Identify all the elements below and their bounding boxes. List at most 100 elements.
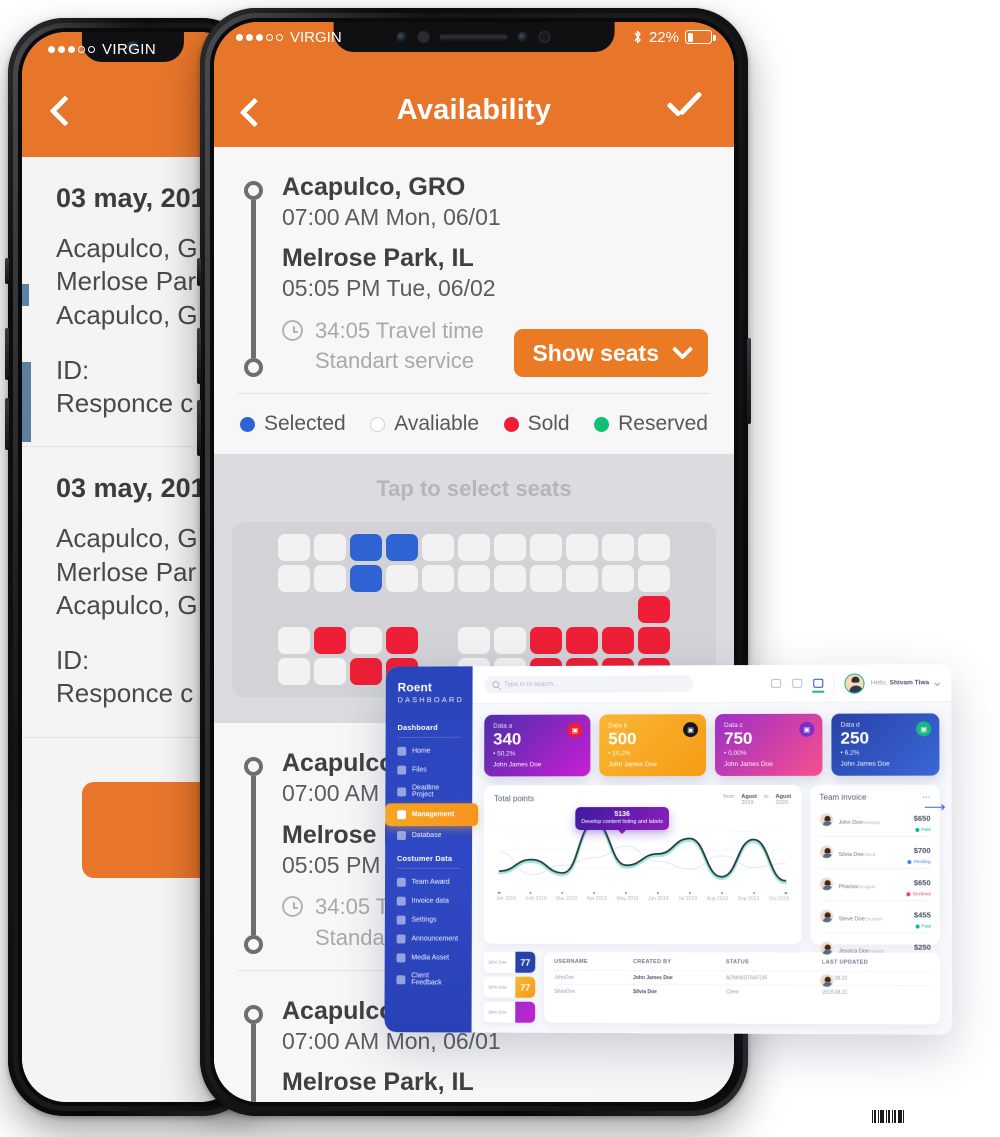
invoice-row[interactable]: John DoeManager $650 Paid xyxy=(819,804,931,837)
seat-available[interactable] xyxy=(278,534,310,562)
seat-available[interactable] xyxy=(422,565,454,593)
show-seats-button[interactable]: Show seats xyxy=(514,329,708,378)
stat-card-owner: John James Doe xyxy=(724,760,773,768)
stat-card-data-c[interactable]: Data c 750 • 0,00% John James Doe ▣ xyxy=(715,713,823,776)
seat-available[interactable] xyxy=(638,534,670,562)
invoice-row[interactable]: Silvia DoeClient $700 Pending xyxy=(819,836,931,869)
destination-time: 05:05 PM Tue, 06/02 xyxy=(282,1096,708,1102)
sidebar-item-management[interactable]: Management xyxy=(385,803,479,827)
volume-down-button[interactable] xyxy=(5,398,9,450)
seat-available[interactable] xyxy=(278,565,310,593)
seat-available[interactable] xyxy=(530,534,562,562)
table-column-header: LAST UPDATED xyxy=(822,959,869,966)
seat-available[interactable] xyxy=(530,565,562,593)
from-value[interactable]: Agust 2019 xyxy=(741,794,757,806)
score-tile[interactable]: John Doe 77 xyxy=(483,951,536,973)
seat-available[interactable] xyxy=(458,627,490,655)
seat-available[interactable] xyxy=(314,534,346,562)
to-value[interactable]: Agust 2020 xyxy=(776,794,792,806)
seat-selected[interactable] xyxy=(386,534,418,562)
stat-card-data-b[interactable]: Data b 500 • 10,2% John James Doe ▣ xyxy=(599,714,707,776)
sidebar-item-deadline-project[interactable]: Deadline Project xyxy=(385,779,472,803)
seat-grid[interactable] xyxy=(242,534,706,686)
invoice-icon xyxy=(396,896,406,906)
stat-card-data-a[interactable]: Data a 340 • 50,2% John James Doe ▣ xyxy=(484,714,591,777)
sidebar-item-settings[interactable]: Settings xyxy=(385,911,472,930)
travel-time-label: 34:05 Travel time xyxy=(315,317,484,343)
invoice-row[interactable]: PharisaDesigner $650 Declined xyxy=(819,868,931,902)
seat-sold[interactable] xyxy=(638,627,670,655)
status-label: Declined xyxy=(912,891,931,897)
invoice-name: Silvia Doe xyxy=(838,852,864,859)
table-column-header: STATUS xyxy=(725,959,749,966)
volume-up-button[interactable] xyxy=(197,328,201,384)
score-tile[interactable]: John Doe 77 xyxy=(483,976,536,998)
seat-legend: Selected Avaliable Sold Reserved xyxy=(214,394,734,455)
seat-available[interactable] xyxy=(494,627,526,655)
seat-sold[interactable] xyxy=(530,627,562,655)
seat-available[interactable] xyxy=(602,565,634,593)
user-menu[interactable]: Hello, Shivam Tiwa xyxy=(833,672,941,694)
sidebar-item-database[interactable]: Database xyxy=(385,826,472,845)
seat-available[interactable] xyxy=(314,565,346,593)
seat-available[interactable] xyxy=(278,627,310,655)
volume-up-button[interactable] xyxy=(5,328,9,380)
sidebar-item-media-asset[interactable]: Media Asset xyxy=(385,948,472,967)
seat-sold[interactable] xyxy=(350,658,382,686)
seat-available[interactable] xyxy=(458,534,490,562)
seat-selected[interactable] xyxy=(350,534,382,562)
power-button[interactable] xyxy=(747,338,751,424)
seat-available[interactable] xyxy=(314,658,346,686)
sidebar-item-announcement[interactable]: Announcement xyxy=(385,930,472,949)
seat-sold[interactable] xyxy=(602,627,634,655)
sidebar-item-home[interactable]: Home xyxy=(386,742,473,761)
sidebar-item-client-feedback[interactable]: Client Feedback xyxy=(385,967,472,991)
seat-sold[interactable] xyxy=(566,627,598,655)
seat-available[interactable] xyxy=(566,565,598,593)
chart-x-tick-label: May 2019 xyxy=(616,896,639,903)
table-row[interactable]: JohnDoe John James Doe ADMINISTRATOR 2018.0… xyxy=(554,970,930,986)
table-row[interactable]: SilviaDoe Silvia Doe Client 2018.08.31 xyxy=(554,984,930,1000)
seat-available[interactable] xyxy=(350,627,382,655)
seat-available[interactable] xyxy=(494,534,526,562)
seat-available[interactable] xyxy=(278,658,310,686)
mute-switch[interactable] xyxy=(197,258,201,286)
chart-date-range[interactable]: from Agust 2019 to Agust 2020 xyxy=(723,794,791,806)
confirm-check-button[interactable] xyxy=(666,101,704,121)
seat-column xyxy=(458,534,490,686)
sidebar-item-team-award[interactable]: Team Award xyxy=(385,873,472,892)
seat-available[interactable] xyxy=(386,565,418,593)
chevron-left-icon[interactable] xyxy=(49,95,81,127)
sidebar-item-invoice-data[interactable]: Invoice data xyxy=(385,892,472,911)
chevron-down-icon[interactable] xyxy=(934,679,941,686)
invoice-row[interactable]: Steve DoeEngineer $455 Paid xyxy=(819,900,931,934)
seat-available[interactable] xyxy=(638,565,670,593)
sidebar-item-files[interactable]: Files xyxy=(385,761,472,780)
mail-icon[interactable] xyxy=(792,678,803,688)
stat-card-data-d[interactable]: Data d 250 • 6,2% John James Doe ▣ xyxy=(831,713,940,776)
user-icon[interactable] xyxy=(813,678,824,688)
score-tile[interactable]: John Doe xyxy=(483,1001,536,1023)
seat-available[interactable] xyxy=(566,534,598,562)
avatar xyxy=(819,877,834,892)
greeting-prefix: Hello, xyxy=(870,679,888,687)
seat-available[interactable] xyxy=(494,565,526,593)
seat-selected[interactable] xyxy=(350,565,382,593)
mute-switch[interactable] xyxy=(5,258,9,284)
seat-sold[interactable] xyxy=(314,627,346,655)
badge-icon: ▣ xyxy=(683,722,699,738)
bell-icon[interactable] xyxy=(771,678,782,688)
chart-x-tick-label: Jan 2019 xyxy=(495,896,517,903)
invoice-amount-block: $650 Declined xyxy=(906,872,931,897)
search-input[interactable]: Type in to search... xyxy=(484,675,694,694)
seat-sold[interactable] xyxy=(386,627,418,655)
seat-available[interactable] xyxy=(602,534,634,562)
seat-sold[interactable] xyxy=(638,596,670,624)
journey-card[interactable]: Acapulco, GRO 07:00 AM Mon, 06/01 Melros… xyxy=(214,147,734,394)
route-timeline xyxy=(240,997,266,1102)
arrow-right-icon[interactable]: ⟶ xyxy=(924,798,946,816)
seat-available[interactable] xyxy=(458,565,490,593)
seat-available[interactable] xyxy=(422,534,454,562)
brand-subtitle: DASHBOARD xyxy=(397,695,464,705)
volume-down-button[interactable] xyxy=(197,400,201,456)
